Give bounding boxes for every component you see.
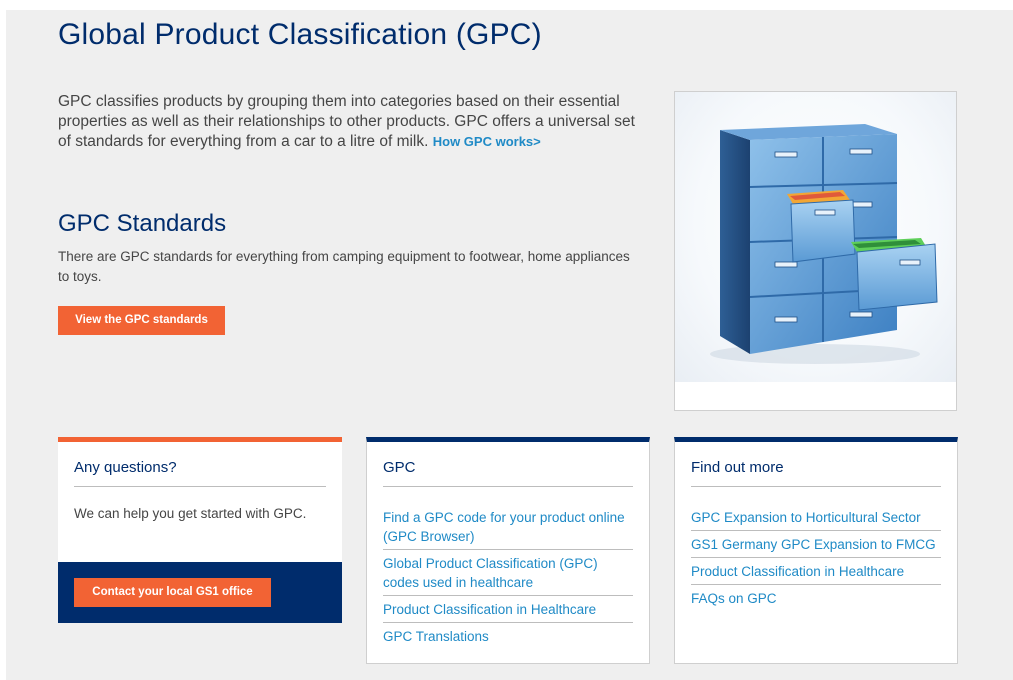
gpc-link-list: Find a GPC code for your product online … bbox=[383, 504, 633, 649]
how-gpc-works-link[interactable]: How GPC works> bbox=[433, 134, 541, 149]
standards-text: There are GPC standards for everything f… bbox=[58, 249, 630, 284]
gpc-translations-link[interactable]: GPC Translations bbox=[383, 623, 633, 649]
view-gpc-standards-button[interactable]: View the GPC standards bbox=[58, 306, 225, 335]
intro-paragraph: GPC classifies products by grouping them… bbox=[58, 92, 638, 152]
any-questions-card: Any questions? We can help you get start… bbox=[58, 437, 342, 623]
find-out-more-card: Find out more GPC Expansion to Horticult… bbox=[674, 437, 958, 664]
gpc-card-title: GPC bbox=[383, 459, 633, 487]
standards-heading: GPC Standards bbox=[58, 210, 227, 237]
faqs-on-gpc-link[interactable]: FAQs on GPC bbox=[691, 585, 941, 611]
find-out-more-link-list: GPC Expansion to Horticultural Sector GS… bbox=[691, 504, 941, 611]
find-out-more-title: Find out more bbox=[691, 459, 941, 487]
page-title: Global Product Classification (GPC) bbox=[58, 18, 542, 51]
any-questions-title: Any questions? bbox=[74, 459, 326, 487]
gpc-browser-link[interactable]: Find a GPC code for your product online … bbox=[383, 504, 633, 550]
filing-cabinet-image bbox=[674, 91, 957, 411]
gpc-healthcare-codes-link[interactable]: Global Product Classification (GPC) code… bbox=[383, 550, 633, 596]
product-classification-healthcare-link[interactable]: Product Classification in Healthcare bbox=[383, 596, 633, 623]
gpc-horticultural-link[interactable]: GPC Expansion to Horticultural Sector bbox=[691, 504, 941, 531]
gs1-germany-fmcg-link[interactable]: GS1 Germany GPC Expansion to FMCG bbox=[691, 531, 941, 558]
contact-gs1-office-button[interactable]: Contact your local GS1 office bbox=[74, 578, 271, 607]
intro-text: GPC classifies products by grouping them… bbox=[58, 93, 635, 150]
filing-cabinet-illustration bbox=[710, 124, 938, 364]
product-classification-healthcare-link-2[interactable]: Product Classification in Healthcare bbox=[691, 558, 941, 585]
any-questions-text: We can help you get started with GPC. bbox=[74, 506, 307, 521]
contact-footer: Contact your local GS1 office bbox=[58, 562, 342, 623]
gpc-links-card: GPC Find a GPC code for your product onl… bbox=[366, 437, 650, 664]
